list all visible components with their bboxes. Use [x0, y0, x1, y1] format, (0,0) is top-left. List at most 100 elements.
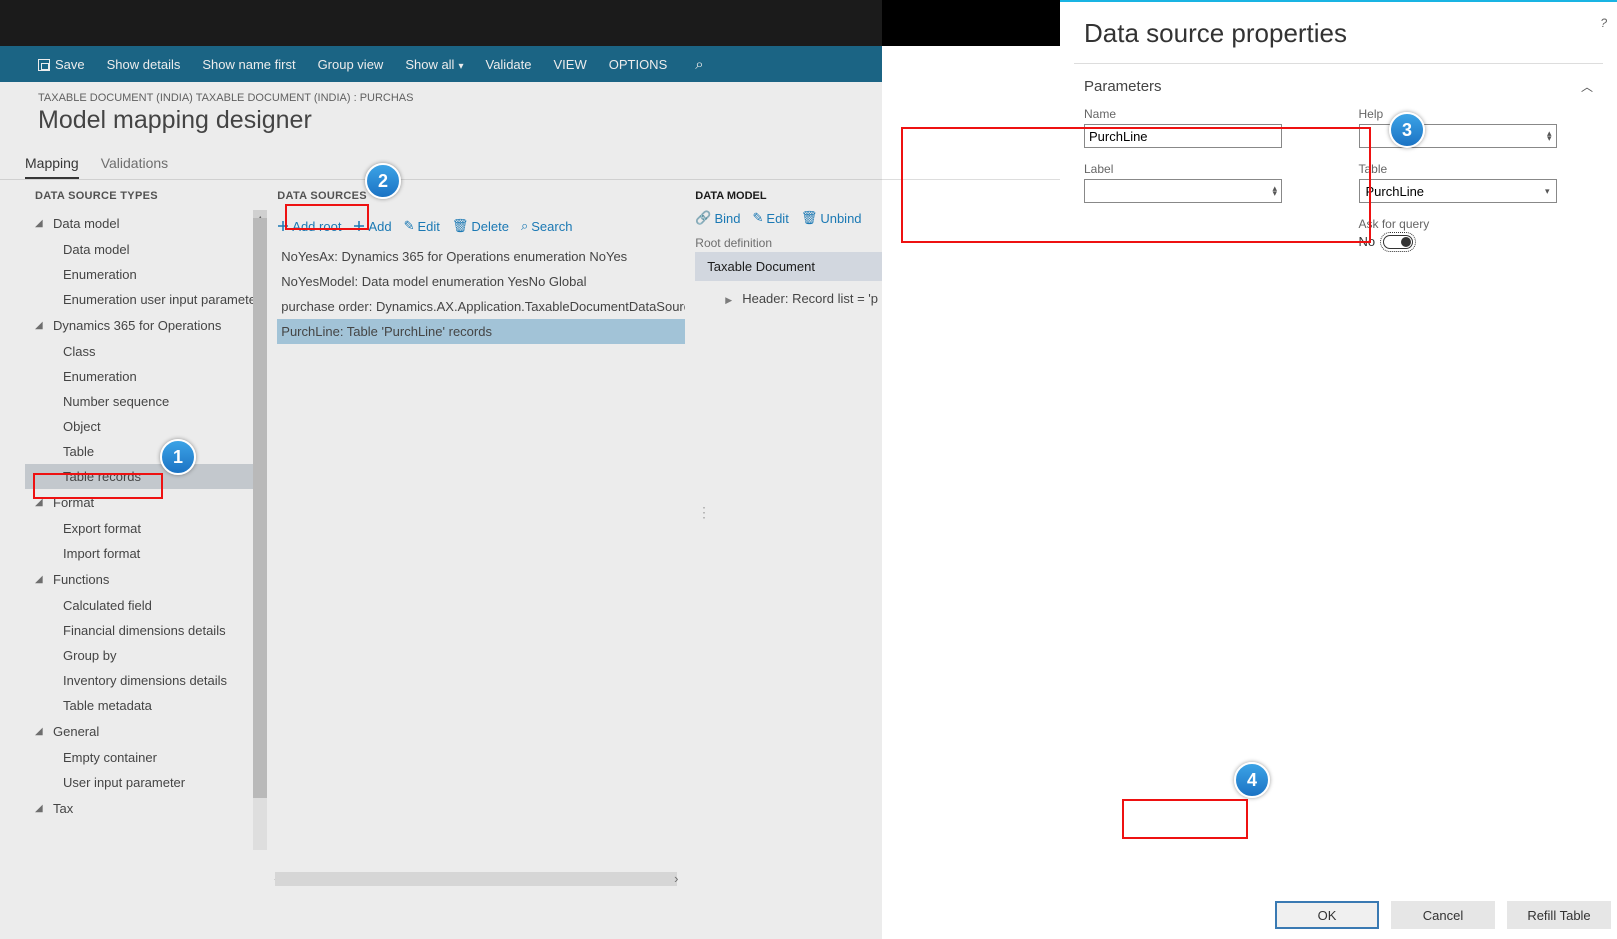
tree-item[interactable]: User input parameter	[25, 770, 267, 795]
h-scrollbar[interactable]: ‹ ›	[275, 872, 677, 890]
name-input[interactable]	[1084, 124, 1282, 148]
save-icon	[38, 59, 50, 71]
edit-button[interactable]: ✎Edit	[404, 218, 440, 234]
root-definition-value[interactable]: Taxable Document	[695, 252, 882, 281]
plus-icon	[277, 220, 289, 232]
label-input[interactable]: ▴▾	[1084, 179, 1282, 203]
spinner-icon[interactable]: ▴▾	[1272, 186, 1277, 196]
trash-icon: 🗑	[452, 218, 469, 234]
command-bar: Save Show details Show name first Group …	[0, 46, 882, 82]
group-view-button[interactable]: Group view	[318, 57, 384, 72]
expand-icon[interactable]: ◢	[35, 574, 47, 585]
expand-icon[interactable]: ◢	[35, 218, 47, 229]
show-name-first-button[interactable]: Show name first	[202, 57, 295, 72]
show-all-button[interactable]: Show all▾	[405, 57, 463, 72]
scrollbar-thumb[interactable]	[253, 218, 267, 798]
tree-item[interactable]: Enumeration user input parameter	[25, 287, 267, 312]
col-header-model: DATA MODEL	[695, 190, 882, 206]
expand-icon[interactable]: ◢	[35, 803, 47, 814]
tree-group[interactable]: ◢Functions	[25, 566, 267, 593]
table-select[interactable]: PurchLine ▾	[1359, 179, 1557, 203]
tree-item[interactable]: Number sequence	[25, 389, 267, 414]
expand-icon[interactable]: ◢	[35, 320, 47, 331]
tab-mapping[interactable]: Mapping	[25, 149, 79, 179]
show-details-button[interactable]: Show details	[107, 57, 181, 72]
tree-group[interactable]: ◢Data model	[25, 210, 267, 237]
add-root-button[interactable]: Add root	[277, 219, 341, 234]
panel-footer: OK Cancel Refill Table	[1060, 891, 1617, 939]
cancel-button[interactable]: Cancel	[1391, 901, 1495, 929]
expand-icon[interactable]: ◢	[35, 497, 47, 508]
tab-validations[interactable]: Validations	[101, 149, 168, 179]
trash-icon: 🗑	[801, 210, 818, 226]
tree-group[interactable]: ◢Tax	[25, 795, 267, 822]
table-label: Table	[1359, 162, 1594, 176]
tree-item[interactable]: Calculated field	[25, 593, 267, 618]
spinner-icon[interactable]: ▴▾	[1547, 131, 1552, 141]
col-header-types: DATA SOURCE TYPES	[25, 190, 267, 210]
tree-item[interactable]: Table metadata	[25, 693, 267, 718]
delete-button[interactable]: 🗑Delete	[452, 218, 509, 234]
ask-for-query-toggle[interactable]	[1383, 235, 1413, 249]
label-label: Label	[1084, 162, 1319, 176]
tree-item[interactable]: Inventory dimensions details	[25, 668, 267, 693]
panel-title: Data source properties	[1060, 2, 1617, 63]
callout-3: 3	[1389, 112, 1425, 148]
tree-item[interactable]: Import format	[25, 541, 267, 566]
edit-binding-button[interactable]: ✎ Edit	[753, 210, 789, 226]
pencil-icon: ✎	[404, 218, 415, 234]
expand-icon[interactable]: ▶	[725, 295, 732, 305]
add-button[interactable]: Add	[353, 219, 391, 234]
bind-button[interactable]: 🔗 Bind	[695, 210, 740, 226]
save-button[interactable]: Save	[38, 57, 85, 72]
ok-button[interactable]: OK	[1275, 901, 1379, 929]
tree-item[interactable]: Empty container	[25, 745, 267, 770]
tree-item[interactable]: Financial dimensions details	[25, 618, 267, 643]
splitter-handle[interactable]: ⋮	[697, 510, 711, 514]
search-icon: ⌕	[521, 218, 528, 234]
data-source-list[interactable]: NoYesAx: Dynamics 365 for Operations enu…	[277, 244, 685, 344]
ds-row[interactable]: purchase order: Dynamics.AX.Application.…	[277, 294, 685, 319]
view-menu[interactable]: VIEW	[554, 57, 587, 72]
collapse-icon[interactable]: ︿	[1581, 78, 1593, 95]
search-button[interactable]: ⌕Search	[521, 218, 572, 234]
tree-item[interactable]: Data model	[25, 237, 267, 262]
ds-row[interactable]: NoYesAx: Dynamics 365 for Operations enu…	[277, 244, 685, 269]
options-menu[interactable]: OPTIONS	[609, 57, 668, 72]
tree-item[interactable]: Object	[25, 414, 267, 439]
search-icon[interactable]: ⌕	[695, 56, 703, 73]
chevron-down-icon: ▾	[458, 61, 463, 72]
name-label: Name	[1084, 107, 1319, 121]
model-header-row[interactable]: ▶Header: Record list = 'p	[695, 281, 882, 316]
pencil-icon: ✎	[753, 210, 764, 226]
ask-for-query-label: Ask for query	[1359, 217, 1594, 231]
tree-item[interactable]: Enumeration	[25, 262, 267, 287]
tree-item[interactable]: Export format	[25, 516, 267, 541]
tree-group[interactable]: ◢Dynamics 365 for Operations	[25, 312, 267, 339]
ask-for-query-value: No	[1359, 234, 1376, 249]
ds-row[interactable]: NoYesModel: Data model enumeration YesNo…	[277, 269, 685, 294]
plus-icon	[353, 220, 365, 232]
callout-1: 1	[160, 439, 196, 475]
ds-row[interactable]: PurchLine: Table 'PurchLine' records	[277, 319, 685, 344]
expand-icon[interactable]: ◢	[35, 726, 47, 737]
help-icon[interactable]: ?	[1600, 16, 1607, 30]
col-header-sources: DATA SOURCES	[277, 190, 685, 210]
properties-panel: ? Data source properties Parameters ︿ Na…	[1060, 0, 1617, 939]
tree-item[interactable]: Class	[25, 339, 267, 364]
validate-button[interactable]: Validate	[485, 57, 531, 72]
tree-item[interactable]: Enumeration	[25, 364, 267, 389]
callout-2: 2	[365, 163, 401, 199]
source-actions: Add root Add ✎Edit 🗑Delete ⌕Search	[277, 210, 685, 244]
tree-group[interactable]: ◢General	[25, 718, 267, 745]
chevron-down-icon: ▾	[1545, 186, 1550, 197]
tree-item[interactable]: Group by	[25, 643, 267, 668]
tree-item[interactable]: Table records	[25, 464, 267, 489]
type-tree[interactable]: ◢Data modelData modelEnumerationEnumerat…	[25, 210, 267, 822]
tree-group[interactable]: ◢Format	[25, 489, 267, 516]
scroll-right-icon[interactable]: ›	[669, 869, 683, 887]
refill-table-button[interactable]: Refill Table	[1507, 901, 1611, 929]
tree-item[interactable]: Table	[25, 439, 267, 464]
parameters-section-header: Parameters	[1084, 78, 1162, 95]
unbind-button[interactable]: 🗑 Unbind	[801, 210, 862, 226]
